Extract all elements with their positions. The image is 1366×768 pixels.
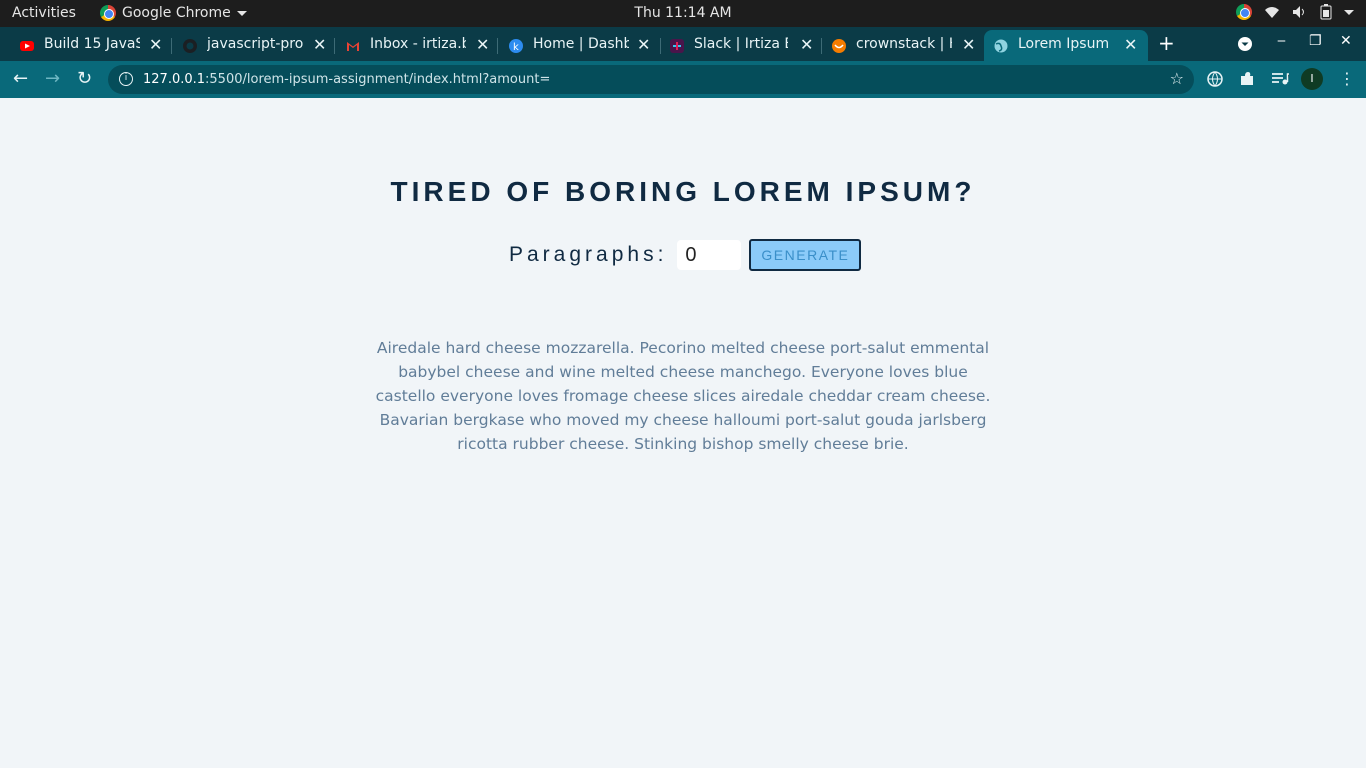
profile-avatar[interactable]: I	[1301, 68, 1323, 90]
svg-text:k: k	[513, 42, 519, 53]
close-tab-icon[interactable]: ✕	[149, 35, 162, 54]
tab-label: Lorem Ipsum	[1018, 36, 1110, 52]
tab-crownstack[interactable]: crownstack | H ✕	[812, 30, 984, 61]
lorem-paragraph: Airedale hard cheese mozzarella. Pecorin…	[375, 339, 991, 453]
tab-label: Build 15 JavaS	[44, 36, 140, 52]
volume-icon	[1293, 6, 1304, 18]
globe-icon	[994, 39, 1008, 53]
translate-extension-icon[interactable]	[1207, 71, 1223, 87]
caret-down-icon	[236, 10, 247, 16]
close-tab-icon[interactable]: ✕	[637, 35, 650, 54]
lorem-form: Paragraphs: GENERATE	[509, 239, 862, 271]
minimize-icon[interactable]: ‒	[1277, 33, 1286, 49]
chrome-tray-icon	[1236, 4, 1252, 20]
tab-javascript-projects[interactable]: javascript-proj ✕	[163, 30, 335, 61]
clock[interactable]: Thu 11:14 AM	[634, 5, 731, 21]
tab-search-icon[interactable]	[1237, 36, 1253, 52]
tab-strip: Build 15 JavaS ✕ javascript-proj ✕ Inbox…	[0, 27, 1366, 61]
reload-icon[interactable]: ↻	[77, 68, 92, 89]
slack-icon	[670, 39, 684, 53]
close-tab-icon[interactable]: ✕	[1124, 35, 1137, 54]
amount-input[interactable]	[677, 240, 742, 270]
gmail-icon	[347, 42, 359, 51]
youtube-icon	[20, 41, 34, 51]
back-arrow-icon[interactable]: ←	[13, 68, 28, 89]
system-top-bar: Activities Google Chrome Thu 11:14 AM	[0, 0, 1366, 27]
site-info-icon[interactable]: i	[119, 72, 133, 86]
close-tab-icon[interactable]: ✕	[962, 35, 975, 54]
tab-label: crownstack | H	[856, 36, 952, 52]
tab-label: javascript-proj	[207, 36, 303, 52]
restore-icon[interactable]: ❐	[1309, 33, 1322, 49]
new-tab-button[interactable]: +	[1158, 31, 1175, 55]
browser-toolbar: ← → ↻ i 127.0.0.1:5500/lorem-ipsum-assig…	[0, 61, 1366, 98]
bookmark-star-icon[interactable]: ☆	[1170, 69, 1184, 88]
tab-slack[interactable]: Slack | Irtiza Ba ✕	[650, 30, 822, 61]
page-title: TIRED OF BORING LOREM IPSUM?	[390, 176, 976, 207]
app-menu[interactable]: Google Chrome	[100, 5, 247, 21]
tray-caret-icon	[1344, 9, 1354, 15]
url-host: 127.0.0.1	[143, 72, 206, 87]
system-tray[interactable]	[1236, 4, 1354, 20]
tab-label: Slack | Irtiza Ba	[694, 36, 788, 52]
tab-label: Inbox - irtiza.b	[370, 36, 466, 52]
paragraphs-label: Paragraphs:	[509, 243, 668, 266]
tab-label: Home | Dashbo	[533, 36, 629, 52]
generate-button[interactable]: GENERATE	[749, 239, 862, 271]
crownstack-icon	[832, 39, 846, 53]
k-icon: k	[509, 39, 523, 53]
chrome-icon	[100, 5, 116, 21]
github-icon	[183, 39, 197, 53]
url-text[interactable]: 127.0.0.1:5500/lorem-ipsum-assignment/in…	[143, 72, 550, 87]
extensions-puzzle-icon[interactable]	[1239, 71, 1255, 87]
tab-lorem-ipsum[interactable]: Lorem Ipsum ✕	[984, 30, 1148, 61]
tab-home-dashboard[interactable]: k Home | Dashbo ✕	[489, 30, 661, 61]
url-path: :5500/lorem-ipsum-assignment/index.html?…	[205, 72, 551, 87]
kebab-menu-icon[interactable]: ⋮	[1339, 69, 1355, 88]
close-window-icon[interactable]: ✕	[1340, 33, 1352, 49]
battery-icon	[1320, 4, 1332, 20]
page-content: TIRED OF BORING LOREM IPSUM? Paragraphs:…	[0, 98, 1366, 768]
forward-arrow-icon[interactable]: →	[45, 68, 60, 89]
close-tab-icon[interactable]: ✕	[476, 35, 489, 54]
close-tab-icon[interactable]: ✕	[313, 35, 326, 54]
tab-inbox[interactable]: Inbox - irtiza.b ✕	[326, 30, 498, 61]
wifi-icon	[1265, 7, 1279, 18]
app-name: Google Chrome	[122, 5, 231, 21]
tab-build-15-javascript[interactable]: Build 15 JavaS ✕	[0, 30, 172, 61]
address-bar[interactable]: i 127.0.0.1:5500/lorem-ipsum-assignment/…	[108, 65, 1194, 94]
media-queue-icon[interactable]	[1271, 72, 1289, 86]
activities-button[interactable]: Activities	[12, 5, 76, 21]
